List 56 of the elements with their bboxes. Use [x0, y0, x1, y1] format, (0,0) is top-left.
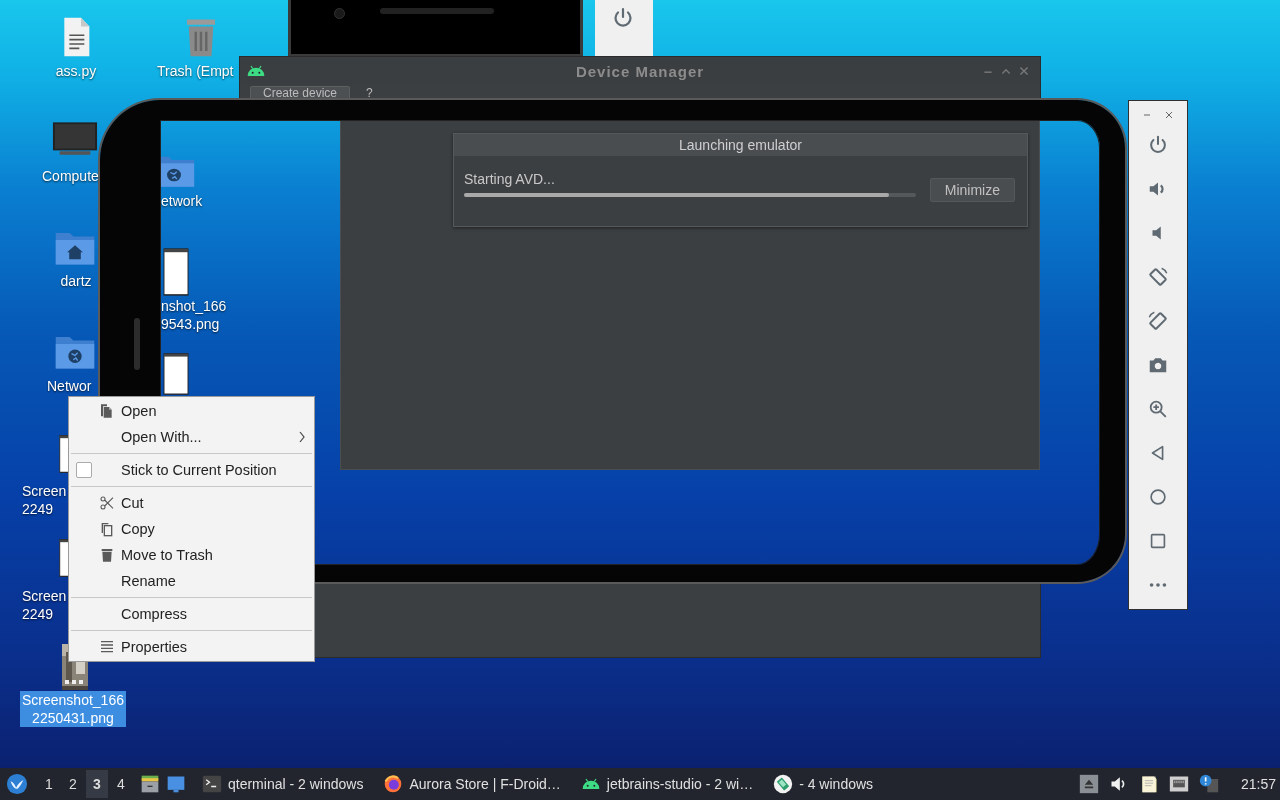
browser-icon: [383, 774, 404, 794]
trash-icon: [99, 547, 115, 563]
rotate-right-icon[interactable]: [1147, 310, 1169, 332]
clock[interactable]: 21:57: [1240, 776, 1276, 792]
menu-item[interactable]: Properties: [121, 639, 188, 655]
icon-label[interactable]: Screen 2249: [21, 482, 68, 518]
task-button[interactable]: jetbrains-studio - 2 wi…: [576, 769, 758, 799]
workspace-button[interactable]: 1: [38, 770, 60, 798]
workspace-button[interactable]: 2: [62, 770, 84, 798]
camera-dot: [334, 8, 345, 19]
power-icon[interactable]: [611, 6, 635, 30]
task-button[interactable]: Aurora Store | F-Droid…: [379, 769, 565, 799]
checkbox[interactable]: [76, 462, 92, 478]
desktop-icon[interactable]: [166, 774, 186, 794]
eject-icon[interactable]: [1078, 774, 1099, 794]
icon-label[interactable]: Compute: [41, 167, 100, 185]
icon-label[interactable]: nshot_166 9543.png: [160, 297, 228, 333]
menu-item[interactable]: Open: [121, 403, 157, 419]
rotate-left-icon[interactable]: [1147, 266, 1169, 288]
minimize-button[interactable]: Minimize: [929, 178, 1015, 202]
menu-item[interactable]: Cut: [121, 495, 144, 511]
menu-item[interactable]: Move to Trash: [121, 547, 213, 563]
document-icon: [99, 403, 115, 419]
close-icon[interactable]: [1164, 110, 1174, 120]
task-button[interactable]: - 4 windows: [769, 769, 878, 799]
icon-label[interactable]: etwork: [160, 192, 204, 210]
workspace-button[interactable]: 3: [86, 770, 108, 798]
workspace-button[interactable]: 4: [110, 770, 132, 798]
task-button[interactable]: qterminal - 2 windows: [198, 769, 368, 799]
image-file-icon[interactable]: [160, 352, 192, 396]
menu-item[interactable]: Compress: [121, 606, 188, 622]
help-button[interactable]: ?: [364, 86, 375, 100]
menu-item[interactable]: Stick to Current Position: [121, 462, 277, 478]
toolbar-panel: [595, 0, 653, 57]
home-icon[interactable]: [1147, 486, 1169, 508]
notification-icon[interactable]: [1198, 774, 1219, 794]
network-icon[interactable]: [1168, 774, 1189, 794]
icon-label[interactable]: Screen 2249: [21, 587, 68, 623]
image-file-icon[interactable]: [160, 247, 192, 297]
list-icon: [99, 639, 115, 655]
dialog-title: Launching emulator: [454, 134, 1027, 156]
icon-label[interactable]: dartz: [45, 272, 107, 290]
icon-label[interactable]: Networ: [46, 377, 93, 395]
file-cabinet-icon[interactable]: [140, 774, 160, 794]
menu-item[interactable]: Open With...: [121, 429, 202, 445]
copy-icon: [99, 521, 115, 537]
app-icon: [773, 774, 794, 794]
status-text: Starting AVD...: [464, 171, 556, 187]
scissors-icon: [99, 495, 115, 511]
zoom-in-icon[interactable]: [1147, 398, 1169, 420]
power-icon[interactable]: [1147, 134, 1169, 156]
close-icon[interactable]: [1018, 65, 1030, 77]
window-title: Device Manager: [575, 62, 705, 80]
terminal-icon: [202, 774, 222, 794]
menu-item[interactable]: Rename: [121, 573, 176, 589]
menu-item[interactable]: Copy: [121, 521, 155, 537]
